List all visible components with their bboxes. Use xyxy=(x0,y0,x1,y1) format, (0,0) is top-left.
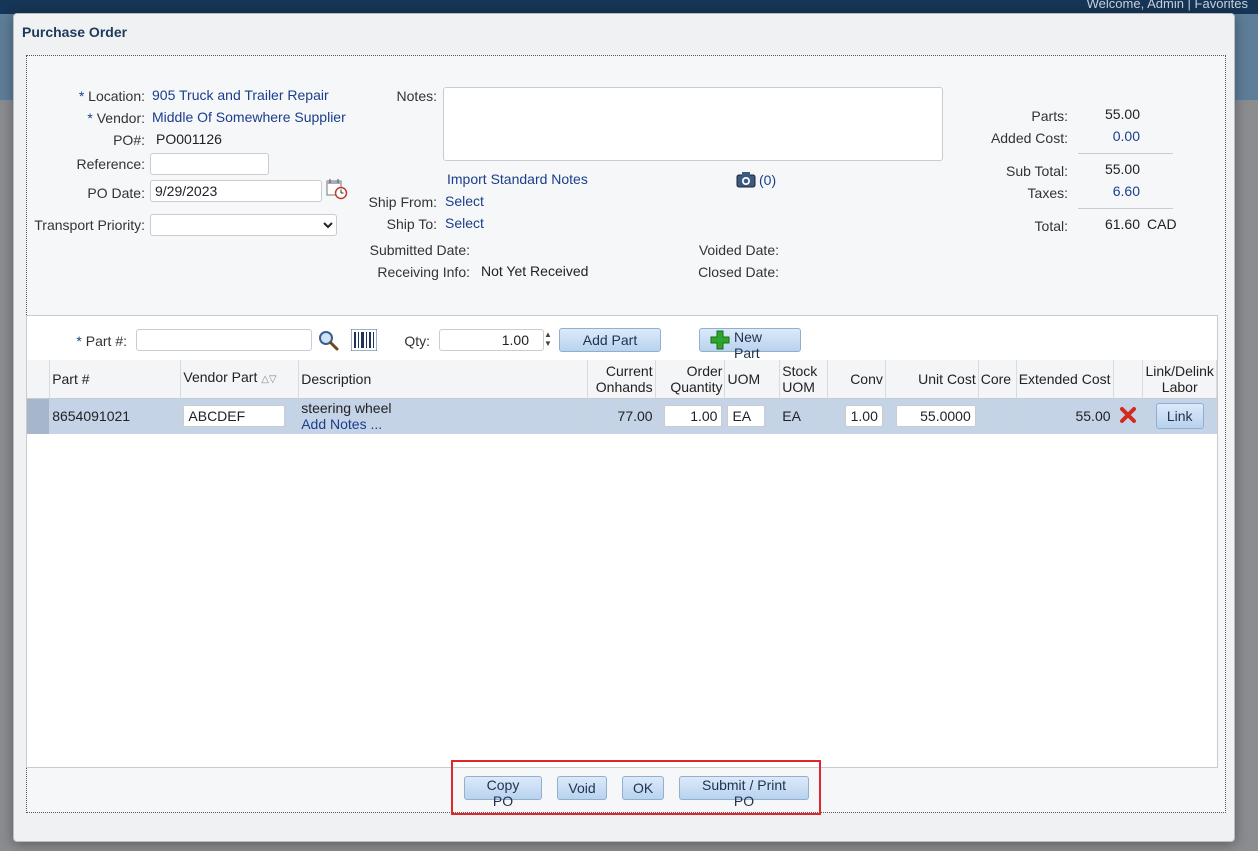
part-number-label: * Part #: xyxy=(76,333,127,349)
parts-grid-panel: * Part #: Qty: ▲▼ Add Part New Part xyxy=(26,315,1218,768)
link-labor-button[interactable]: Link xyxy=(1155,403,1204,430)
camera-icon[interactable] xyxy=(736,171,756,191)
transport-priority-label: Transport Priority: xyxy=(34,217,145,233)
cell-link: Link xyxy=(1142,398,1217,434)
search-icon[interactable] xyxy=(317,329,339,354)
row-selector-header xyxy=(27,360,51,399)
col-header-description[interactable]: Description xyxy=(298,360,588,399)
cell-vendor-part xyxy=(180,398,300,434)
subtotal-label: Sub Total: xyxy=(1005,163,1068,179)
import-standard-notes-link[interactable]: Import Standard Notes xyxy=(447,171,588,187)
voided-date-label: Voided Date: xyxy=(698,242,779,258)
attachments-count-link[interactable]: (0) xyxy=(759,172,776,188)
col-header-order-quantity[interactable]: Order Quantity xyxy=(655,360,726,399)
ship-to-select-link[interactable]: Select xyxy=(445,215,484,231)
col-header-core[interactable]: Core xyxy=(978,360,1017,399)
notes-label: Notes: xyxy=(396,88,437,104)
reference-input[interactable] xyxy=(150,153,269,175)
cell-conv xyxy=(827,398,886,434)
cell-current-onhands: 77.00 xyxy=(587,398,656,434)
col-header-unit-cost[interactable]: Unit Cost xyxy=(885,360,979,399)
col-header-part[interactable]: Part # xyxy=(49,360,182,399)
subtotal-value: 55.00 xyxy=(1104,161,1140,177)
highlight-annotation-box xyxy=(451,760,821,815)
vendor-link[interactable]: Middle Of Somewhere Supplier xyxy=(152,109,346,125)
qty-label: Qty: xyxy=(404,333,430,349)
cell-stock-uom: EA xyxy=(779,398,829,434)
welcome-text: Welcome, Admin | Favorites xyxy=(1086,0,1248,11)
uom-input[interactable] xyxy=(727,405,766,428)
receiving-info-label: Receiving Info: xyxy=(377,264,470,280)
parts-total-value: 55.00 xyxy=(1104,106,1140,122)
summary-divider xyxy=(1078,153,1173,154)
cell-part-number: 8654091021 xyxy=(49,398,182,434)
po-date-label: PO Date: xyxy=(87,185,145,201)
qty-stepper[interactable]: ▲ ▼ xyxy=(544,330,552,348)
app-top-bar: Welcome, Admin | Favorites xyxy=(0,0,1258,14)
col-header-delete xyxy=(1113,360,1144,399)
delete-icon[interactable] xyxy=(1119,406,1137,427)
taxes-value[interactable]: 6.60 xyxy=(1080,183,1140,199)
col-header-stock-uom[interactable]: Stock UOM xyxy=(779,360,829,399)
ship-from-label: Ship From: xyxy=(368,194,437,210)
order-quantity-input[interactable] xyxy=(664,405,723,428)
taxes-label: Taxes: xyxy=(1027,185,1068,201)
location-link[interactable]: 905 Truck and Trailer Repair xyxy=(152,87,329,103)
vendor-label: * Vendor: xyxy=(87,110,145,126)
currency-code: CAD xyxy=(1147,216,1177,232)
table-row[interactable]: 8654091021 steering wheel Add Notes ... … xyxy=(27,398,1217,434)
col-header-uom[interactable]: UOM xyxy=(724,360,781,399)
ship-from-select-link[interactable]: Select xyxy=(445,193,484,209)
col-header-conv[interactable]: Conv xyxy=(827,360,886,399)
barcode-icon[interactable] xyxy=(350,328,378,354)
po-date-input[interactable] xyxy=(150,180,322,202)
table-header-row: Part # Vendor Part △▽ Description Curren… xyxy=(27,360,1217,399)
total-value: 61.60 xyxy=(1104,216,1140,232)
dialog-title: Purchase Order xyxy=(22,24,128,40)
po-number-label: PO#: xyxy=(113,132,145,148)
cell-description: steering wheel Add Notes ... xyxy=(298,398,588,434)
submitted-date-label: Submitted Date: xyxy=(369,242,470,258)
vendor-part-input[interactable] xyxy=(183,405,286,428)
closed-date-label: Closed Date: xyxy=(698,264,779,280)
cell-extended-cost: 55.00 xyxy=(1016,398,1114,434)
col-header-extended-cost[interactable]: Extended Cost xyxy=(1016,360,1114,399)
added-cost-value[interactable]: 0.00 xyxy=(1080,128,1140,144)
ship-to-label: Ship To: xyxy=(386,216,437,232)
col-header-link-labor[interactable]: Link/Delink Labor xyxy=(1142,360,1217,399)
conv-input[interactable] xyxy=(844,405,883,428)
add-part-button[interactable]: Add Part xyxy=(559,328,661,352)
part-number-input[interactable] xyxy=(136,329,312,351)
cell-core xyxy=(978,398,1017,434)
location-label: * Location: xyxy=(78,88,145,104)
sort-arrows-icon[interactable]: △▽ xyxy=(261,374,276,385)
new-part-label: New Part xyxy=(734,329,763,361)
cell-order-quantity xyxy=(655,398,726,434)
added-cost-label: Added Cost: xyxy=(990,130,1068,146)
notes-textarea[interactable] xyxy=(443,87,943,161)
total-label: Total: xyxy=(1034,218,1068,234)
add-notes-link[interactable]: Add Notes ... xyxy=(301,416,585,432)
cell-uom xyxy=(724,398,781,434)
po-number-value: PO001126 xyxy=(156,131,222,147)
unit-cost-input[interactable] xyxy=(895,405,976,428)
summary-divider xyxy=(1078,208,1173,209)
cell-unit-cost xyxy=(885,398,979,434)
receiving-info-value: Not Yet Received xyxy=(481,263,589,279)
plus-icon xyxy=(710,330,730,353)
reference-label: Reference: xyxy=(76,156,145,172)
transport-priority-select[interactable] xyxy=(150,214,337,236)
cell-delete xyxy=(1113,398,1144,434)
parts-table: Part # Vendor Part △▽ Description Curren… xyxy=(27,360,1217,434)
description-text: steering wheel xyxy=(301,400,392,417)
row-selector[interactable] xyxy=(27,398,51,434)
parts-total-label: Parts: xyxy=(1031,108,1068,124)
new-part-button[interactable]: New Part xyxy=(699,328,801,361)
qty-input[interactable] xyxy=(439,329,544,351)
col-header-current-onhands[interactable]: Current Onhands xyxy=(587,360,656,399)
col-header-vendor-part[interactable]: Vendor Part △▽ xyxy=(180,360,300,399)
